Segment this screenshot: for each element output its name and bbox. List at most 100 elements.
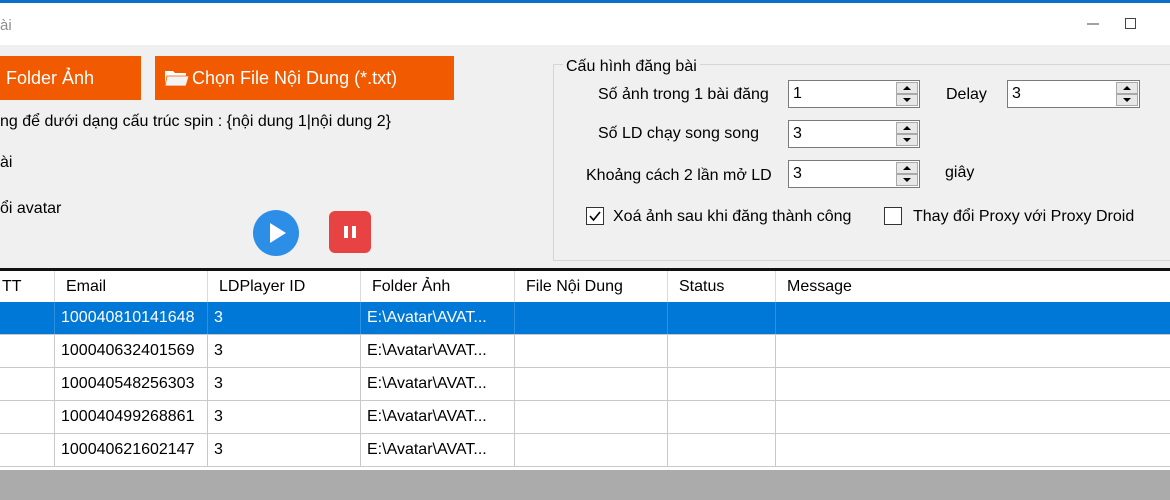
column-header-email[interactable]: Email (55, 271, 208, 302)
maximize-icon[interactable] (1118, 11, 1144, 37)
title-bar: ài (0, 3, 1170, 45)
xoa-anh-checkbox[interactable] (586, 207, 604, 225)
arrow-down-icon (903, 138, 911, 142)
arrow-down-icon (1123, 98, 1131, 102)
spin-hint-text: ng để dưới dạng cấu trúc spin : {nội dun… (0, 113, 391, 130)
cell-message (776, 335, 1170, 367)
giay-label: giây (945, 164, 975, 181)
delay-value: 3 (1012, 85, 1021, 102)
cell-status (668, 335, 776, 367)
spin-down-button[interactable] (896, 134, 918, 146)
cell-file-noi-dung (515, 401, 668, 433)
so-ld-label: Số LD chạy song song (598, 125, 759, 142)
cell-ldplayer-id: 3 (208, 434, 361, 466)
so-anh-label: Số ảnh trong 1 bài đăng (598, 86, 769, 103)
cell-email: 100040499268861 (55, 401, 208, 433)
cell-email: 100040548256303 (55, 368, 208, 400)
cell-tt (0, 368, 55, 400)
cell-status (668, 368, 776, 400)
cell-tt (0, 434, 55, 466)
pause-button[interactable] (329, 211, 371, 253)
config-legend: Cấu hình đăng bài (563, 58, 700, 76)
delay-label: Delay (946, 86, 987, 103)
cell-file-noi-dung (515, 368, 668, 400)
minimize-icon[interactable] (1080, 11, 1106, 37)
xoa-anh-label: Xoá ảnh sau khi đăng thành công (613, 208, 852, 225)
left-label-3: ổi avatar (0, 200, 62, 217)
cell-tt (0, 302, 55, 334)
folder-icon (164, 68, 190, 88)
cell-email: 100040621602147 (55, 434, 208, 466)
cell-ldplayer-id: 3 (208, 302, 361, 334)
spin-down-button[interactable] (896, 94, 918, 106)
khoang-cach-value: 3 (793, 165, 802, 182)
arrow-down-icon (903, 178, 911, 182)
cell-ldplayer-id: 3 (208, 401, 361, 433)
pause-icon (344, 226, 356, 238)
so-anh-value: 1 (793, 85, 802, 102)
table-row[interactable]: 100040499268861 3 E:\Avatar\AVAT... (0, 401, 1170, 434)
folder-anh-button[interactable]: Folder Ảnh (0, 56, 141, 100)
cell-ldplayer-id: 3 (208, 368, 361, 400)
cell-email: 100040632401569 (55, 335, 208, 367)
cell-file-noi-dung (515, 434, 668, 466)
cell-email: 100040810141648 (55, 302, 208, 334)
spin-up-button[interactable] (1116, 82, 1138, 94)
window-title: ài (0, 17, 12, 34)
table-row[interactable]: 100040548256303 3 E:\Avatar\AVAT... (0, 368, 1170, 401)
table-row[interactable]: 100040810141648 3 E:\Avatar\AVAT... (0, 302, 1170, 335)
spin-down-button[interactable] (896, 174, 918, 186)
left-label-2: ài (0, 154, 13, 171)
arrow-up-icon (903, 86, 911, 90)
chon-file-label: Chọn File Nội Dung (*.txt) (192, 67, 398, 88)
folder-anh-label: Folder Ảnh (6, 67, 95, 88)
cell-status (668, 401, 776, 433)
proxy-droid-label: Thay đổi Proxy với Proxy Droid (913, 208, 1135, 225)
khoang-cach-spinner[interactable]: 3 (788, 160, 920, 188)
cell-folder-anh: E:\Avatar\AVAT... (361, 335, 515, 367)
cell-tt (0, 335, 55, 367)
cell-tt (0, 401, 55, 433)
table-row[interactable]: 100040632401569 3 E:\Avatar\AVAT... (0, 335, 1170, 368)
so-ld-spinner[interactable]: 3 (788, 120, 920, 148)
table-row[interactable]: 100040621602147 3 E:\Avatar\AVAT... (0, 434, 1170, 467)
arrow-up-icon (903, 166, 911, 170)
cell-message (776, 401, 1170, 433)
cell-folder-anh: E:\Avatar\AVAT... (361, 368, 515, 400)
cell-ldplayer-id: 3 (208, 335, 361, 367)
arrow-down-icon (903, 98, 911, 102)
spin-down-button[interactable] (1116, 94, 1138, 106)
checkmark-icon (589, 211, 601, 222)
cell-status (668, 434, 776, 466)
cell-file-noi-dung (515, 335, 668, 367)
chon-file-noi-dung-button[interactable]: Chọn File Nội Dung (*.txt) (155, 56, 454, 100)
cell-message (776, 368, 1170, 400)
play-icon (270, 223, 286, 243)
proxy-droid-checkbox[interactable] (884, 207, 902, 225)
so-anh-spinner[interactable]: 1 (788, 80, 920, 108)
accounts-grid[interactable]: TT Email LDPlayer ID Folder Ảnh File Nội… (0, 271, 1170, 470)
khoang-cach-label: Khoảng cách 2 lần mở LD (586, 167, 772, 184)
column-header-status[interactable]: Status (668, 271, 776, 302)
spin-up-button[interactable] (896, 162, 918, 174)
so-ld-value: 3 (793, 125, 802, 142)
cell-folder-anh: E:\Avatar\AVAT... (361, 434, 515, 466)
cell-folder-anh: E:\Avatar\AVAT... (361, 302, 515, 334)
arrow-up-icon (1123, 86, 1131, 90)
column-header-folder-anh[interactable]: Folder Ảnh (361, 271, 515, 302)
delay-spinner[interactable]: 3 (1007, 80, 1140, 108)
cell-message (776, 434, 1170, 466)
column-header-message[interactable]: Message (776, 271, 1170, 302)
cell-message (776, 302, 1170, 334)
column-header-file-noi-dung[interactable]: File Nội Dung (515, 271, 668, 302)
column-header-tt[interactable]: TT (0, 271, 55, 302)
grid-empty-area (0, 470, 1170, 500)
cell-folder-anh: E:\Avatar\AVAT... (361, 401, 515, 433)
play-button[interactable] (253, 210, 299, 256)
cell-file-noi-dung (515, 302, 668, 334)
column-header-ldplayer-id[interactable]: LDPlayer ID (208, 271, 361, 302)
spin-up-button[interactable] (896, 82, 918, 94)
cell-status (668, 302, 776, 334)
arrow-up-icon (903, 126, 911, 130)
spin-up-button[interactable] (896, 122, 918, 134)
